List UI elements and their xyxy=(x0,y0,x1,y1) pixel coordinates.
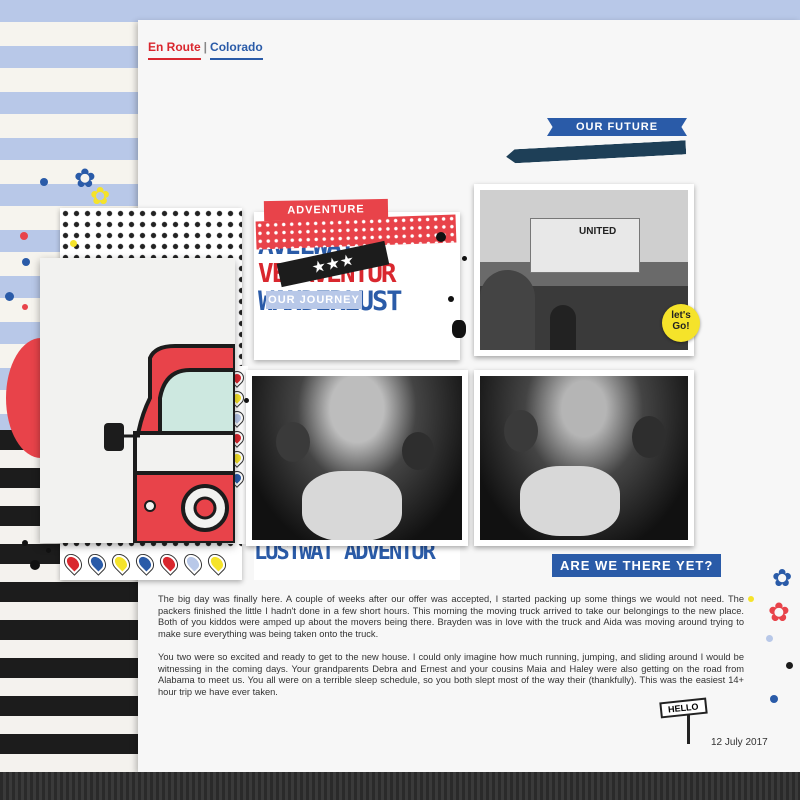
word-art-bottom-line: LUSTWAT ADVENTUR xyxy=(254,544,436,565)
confetti-dot xyxy=(786,662,793,669)
child-silhouette xyxy=(550,305,576,350)
page-title: En Route | Colorado xyxy=(148,40,263,60)
title-region: Colorado xyxy=(210,40,263,60)
moving-truck-photo: UNITED xyxy=(474,184,694,356)
map-pin-icon xyxy=(85,551,109,575)
confetti-dot xyxy=(22,258,30,266)
lets-go-sticker: let's Go! xyxy=(662,304,700,342)
confetti-dot xyxy=(20,232,28,240)
flower-icon: ✿ xyxy=(772,564,793,592)
flower-icon: ✿ xyxy=(768,598,790,628)
our-journey-text: OUR JOURNEY xyxy=(268,294,360,306)
flower-icon: ✿ xyxy=(90,182,111,210)
map-pin-strip xyxy=(60,548,242,580)
word-art-strip: LUSTWAT ADVENTUR xyxy=(254,544,460,580)
ink-splatter xyxy=(244,398,249,403)
hello-signpost-icon: HELLO xyxy=(659,697,708,744)
child-face xyxy=(402,432,434,470)
scrapbook-page: En Route | Colorado OUR FUTURE LUSTWAT A… xyxy=(0,0,800,800)
camper-van-icon xyxy=(104,344,235,543)
ink-splatter xyxy=(448,296,454,302)
our-future-text: OUR FUTURE xyxy=(575,121,659,133)
confetti-dot xyxy=(70,240,77,247)
car-kids-photo-2 xyxy=(474,370,694,546)
ink-splatter xyxy=(22,540,28,546)
confetti-dot xyxy=(5,292,14,301)
flower-pillow xyxy=(302,471,402,540)
confetti-dot xyxy=(770,695,778,703)
map-pin-icon xyxy=(61,551,85,575)
map-pin-icon xyxy=(181,551,205,575)
hello-sign-board: HELLO xyxy=(659,697,708,719)
ink-splatter xyxy=(46,548,51,553)
are-we-there-yet-label: ARE WE THERE YET? xyxy=(552,554,722,577)
journal-text: The big day was finally here. A couple o… xyxy=(158,594,744,710)
map-pin-icon xyxy=(133,551,157,575)
map-pin-icon xyxy=(205,551,229,575)
title-separator: | xyxy=(203,40,208,54)
child-face xyxy=(276,422,310,462)
map-pin-icon xyxy=(157,551,181,575)
ink-splatter xyxy=(30,560,40,570)
journal-date: 12 July 2017 xyxy=(711,737,768,748)
journal-paragraph-1: The big day was finally here. A couple o… xyxy=(158,594,744,639)
child-face xyxy=(632,416,666,458)
truck-label: UNITED xyxy=(579,226,617,237)
bottom-black-band xyxy=(0,772,800,800)
truck-body: UNITED xyxy=(530,218,640,273)
our-future-label: OUR FUTURE xyxy=(547,118,687,136)
journal-paragraph-2: You two were so excited and ready to get… xyxy=(158,652,744,697)
ink-splatter xyxy=(436,232,446,242)
ink-splatter xyxy=(462,256,467,261)
person-silhouette xyxy=(480,270,535,350)
confetti-dot xyxy=(766,635,773,642)
title-place: En Route xyxy=(148,40,201,60)
sign-post xyxy=(687,714,690,744)
car-kids-photo-1 xyxy=(246,370,468,546)
confetti-dot xyxy=(22,304,28,310)
lets-go-text: let's Go! xyxy=(671,310,691,332)
child-face xyxy=(504,410,538,452)
flower-pillow xyxy=(520,466,620,536)
confetti-dot xyxy=(748,596,754,602)
our-journey-label: OUR JOURNEY xyxy=(266,291,362,309)
map-pin-icon xyxy=(109,551,133,575)
ink-splatter xyxy=(452,320,466,338)
confetti-dot xyxy=(40,178,48,186)
camper-van-card xyxy=(40,258,235,543)
